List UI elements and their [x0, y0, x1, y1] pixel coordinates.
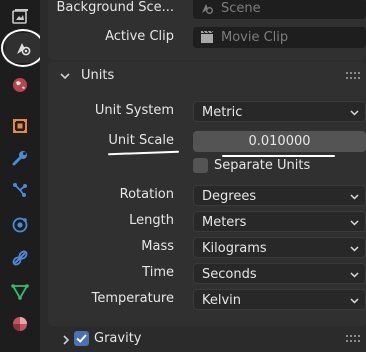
unit-system-value: Metric	[202, 105, 243, 120]
length-value: Meters	[202, 215, 247, 230]
rotation-label: Rotation	[119, 187, 174, 202]
temperature-label: Temperature	[91, 291, 174, 306]
render-icon	[12, 9, 28, 24]
time-dropdown[interactable]: Seconds	[193, 263, 366, 284]
unit-scale-label: Unit Scale	[108, 133, 174, 148]
units-panel-header[interactable]: Units	[48, 62, 366, 90]
chevron-down-icon	[350, 220, 359, 226]
mass-value: Kilograms	[202, 241, 267, 256]
tab-object-data[interactable]	[5, 277, 35, 307]
properties-main-area: Background Sce... Scene Active Clip Movi…	[40, 0, 366, 352]
active-clip-label: Active Clip	[105, 29, 174, 44]
mass-dropdown[interactable]: Kilograms	[193, 237, 366, 258]
particles-icon	[13, 183, 27, 197]
unit-scale-field[interactable]: 0.010000	[193, 131, 366, 152]
time-value: Seconds	[202, 267, 257, 282]
length-label: Length	[129, 213, 174, 228]
temperature-value: Kelvin	[202, 293, 242, 308]
background-scene-field[interactable]: Scene	[193, 0, 366, 19]
separate-units-checkbox[interactable]	[193, 158, 208, 173]
chevron-right-icon	[63, 335, 70, 345]
tab-physics[interactable]	[5, 210, 35, 240]
movie-clip-icon	[201, 30, 214, 43]
units-panel: Units Unit System Metric Unit Scale 0.01…	[48, 62, 366, 326]
checkmark-icon	[76, 334, 87, 343]
length-dropdown[interactable]: Meters	[193, 211, 366, 232]
rotation-value: Degrees	[202, 189, 257, 204]
gravity-checkbox[interactable]	[74, 331, 89, 346]
material-icon	[13, 317, 27, 331]
temperature-dropdown[interactable]: Kelvin	[193, 289, 366, 310]
tab-particles[interactable]	[5, 175, 35, 205]
background-scene-label: Background Sce...	[56, 0, 174, 15]
rotation-dropdown[interactable]: Degrees	[193, 185, 366, 206]
physics-icon	[12, 217, 28, 233]
tab-object[interactable]	[5, 111, 35, 141]
properties-editor: Background Sce... Scene Active Clip Movi…	[0, 0, 366, 352]
active-clip-placeholder: Movie Clip	[221, 30, 289, 45]
unit-system-dropdown[interactable]: Metric	[193, 101, 366, 122]
scene-icon	[202, 4, 213, 14]
constraints-icon	[12, 250, 28, 266]
unit-scale-value: 0.010000	[248, 134, 311, 149]
chevron-down-icon	[350, 298, 359, 304]
world-icon	[13, 78, 27, 92]
mass-label: Mass	[141, 239, 174, 254]
gravity-label: Gravity	[94, 331, 142, 346]
units-panel-title: Units	[81, 68, 115, 83]
chevron-down-icon	[350, 194, 359, 200]
time-label: Time	[142, 265, 174, 280]
background-scene-placeholder: Scene	[221, 1, 261, 16]
tab-modifiers[interactable]	[5, 143, 35, 173]
tab-world[interactable]	[5, 70, 35, 100]
tab-constraints[interactable]	[5, 243, 35, 273]
annotation-underline-value	[222, 155, 335, 157]
chevron-down-icon	[350, 246, 359, 252]
chevron-down-icon	[350, 272, 359, 278]
drag-grip-icon[interactable]	[346, 335, 360, 343]
data-icon	[11, 284, 29, 300]
scene-panel: Background Sce... Scene Active Clip Movi…	[48, 0, 366, 60]
annotation-circle	[1, 29, 45, 67]
annotation-underline-label	[107, 150, 180, 156]
separate-units-label[interactable]: Separate Units	[214, 156, 310, 176]
tab-material[interactable]	[5, 309, 35, 339]
unit-system-label: Unit System	[94, 103, 174, 118]
active-clip-field[interactable]: Movie Clip	[193, 27, 366, 48]
modifier-wrench-icon	[12, 151, 27, 166]
object-icon	[13, 119, 27, 133]
chevron-down-icon	[350, 110, 359, 116]
tab-render[interactable]	[5, 2, 35, 32]
chevron-down-icon	[60, 73, 70, 80]
gravity-panel-header[interactable]: Gravity	[48, 326, 366, 352]
drag-grip-icon[interactable]	[346, 72, 360, 80]
properties-tab-bar	[0, 0, 45, 352]
